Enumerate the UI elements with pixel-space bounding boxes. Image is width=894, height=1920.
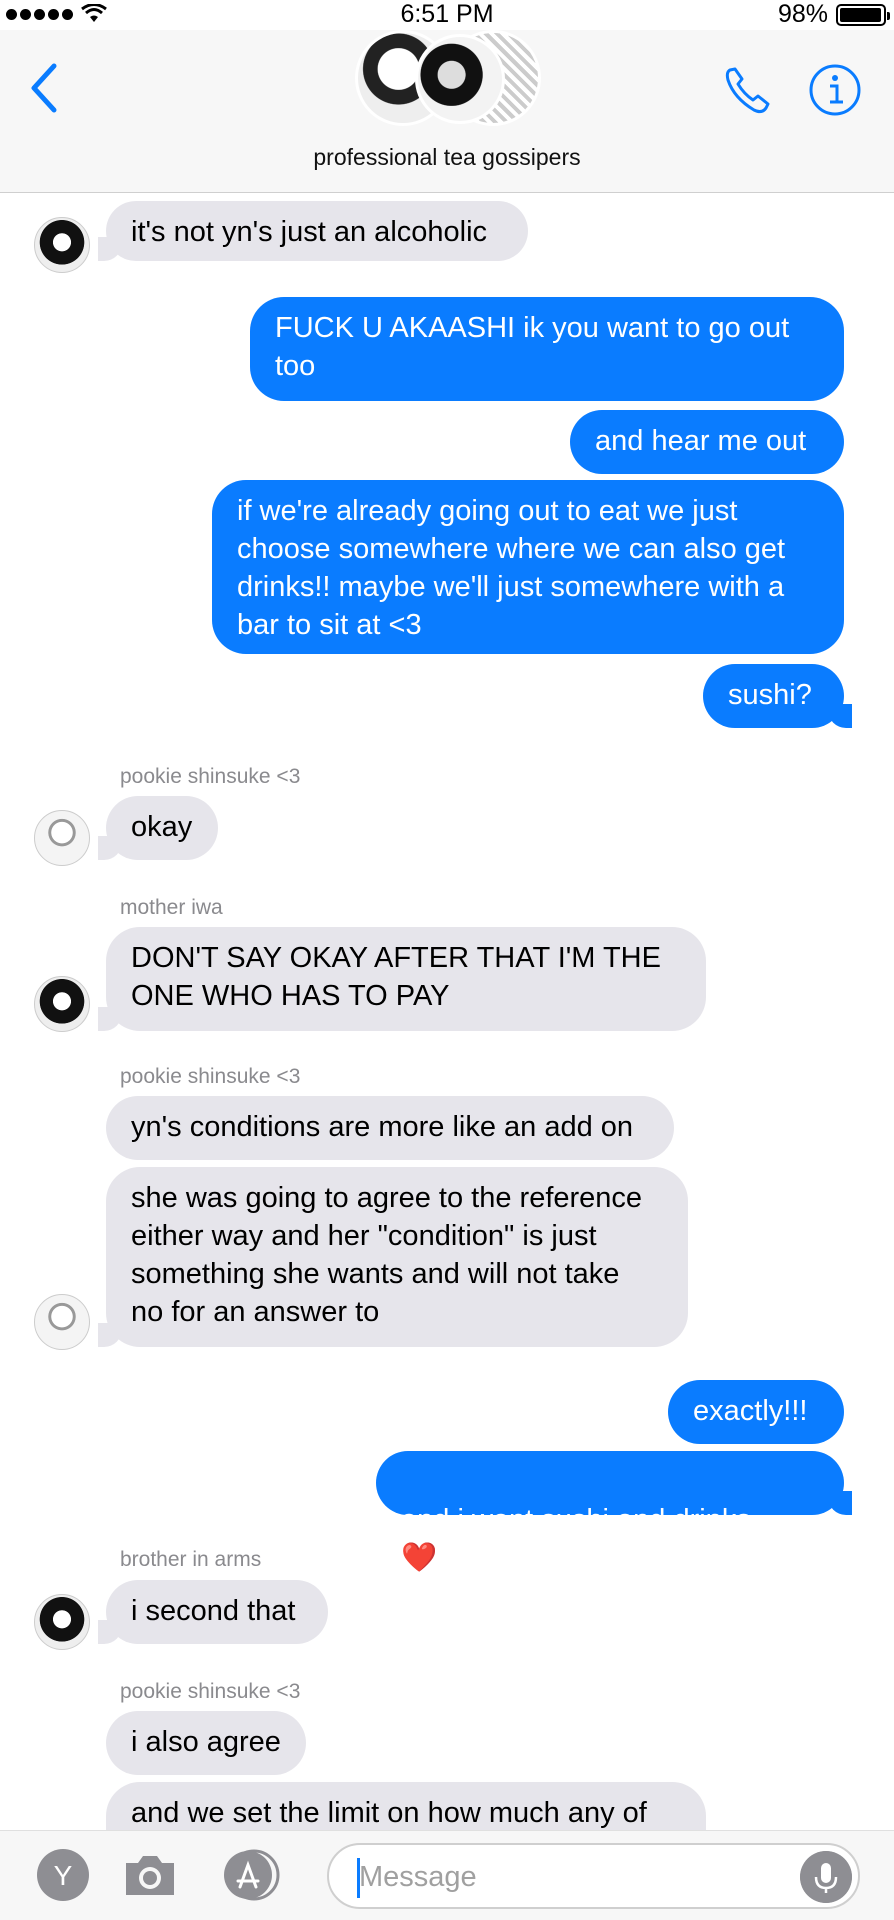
outgoing-message-bubble[interactable]: exactly!!! (668, 1380, 844, 1444)
info-icon[interactable] (805, 60, 865, 120)
y-app-icon[interactable]: Y (33, 1845, 93, 1905)
contact-avatar[interactable] (34, 1294, 90, 1350)
group-name[interactable]: professional tea gossipers (0, 144, 894, 171)
microphone-icon[interactable] (800, 1851, 852, 1903)
incoming-message-bubble[interactable]: and we set the limit on how much any of (106, 1782, 706, 1830)
incoming-message-bubble[interactable]: yn's conditions are more like an add on (106, 1096, 674, 1160)
contact-avatar[interactable] (34, 976, 90, 1032)
incoming-message-bubble[interactable]: it's not yn's just an alcoholic (98, 201, 528, 261)
sender-name: pookie shinsuke <3 (120, 765, 301, 788)
outgoing-message-bubble[interactable]: and i want sushi and drinks ❤️ (376, 1451, 852, 1574)
heart-emoji-icon: ❤️ (401, 1542, 438, 1574)
sender-name: mother iwa (120, 896, 223, 919)
contact-avatar[interactable] (34, 217, 90, 273)
outgoing-message-bubble[interactable]: if we're already going out to eat we jus… (212, 480, 844, 654)
incoming-message-bubble[interactable]: i second that (98, 1580, 328, 1644)
incoming-message-bubble[interactable]: okay (98, 796, 218, 860)
sender-name: pookie shinsuke <3 (120, 1065, 301, 1088)
group-member-avatar (415, 34, 505, 124)
message-input-field[interactable] (327, 1843, 860, 1909)
outgoing-message-bubble[interactable]: and hear me out (570, 410, 844, 474)
sender-name: pookie shinsuke <3 (120, 1680, 301, 1703)
battery-percent: 98% (777, 0, 828, 28)
group-avatar-stack[interactable] (355, 30, 541, 130)
outgoing-message-bubble[interactable]: sushi? (703, 664, 852, 728)
outgoing-message-bubble[interactable]: FUCK U AKAASHI ik you want to go out too (250, 297, 844, 401)
message-text: and i want sushi and drinks (401, 1504, 751, 1536)
camera-icon[interactable] (120, 1845, 180, 1905)
conversation-header: professional tea gossipers (0, 30, 894, 193)
phone-icon[interactable] (718, 60, 778, 120)
contact-avatar[interactable] (34, 810, 90, 866)
compose-bar: Y (0, 1830, 894, 1920)
sender-name: brother in arms (120, 1548, 262, 1571)
contact-avatar[interactable] (34, 1594, 90, 1650)
incoming-message-bubble[interactable]: i also agree (106, 1711, 306, 1775)
message-thread[interactable]: it's not yn's just an alcoholic FUCK U A… (0, 194, 894, 1830)
battery-status: 98% (777, 0, 890, 29)
incoming-message-bubble[interactable]: DON'T SAY OKAY AFTER THAT I'M THE ONE WH… (98, 927, 706, 1031)
back-chevron-icon[interactable] (26, 58, 66, 118)
status-bar: 6:51 PM 98% (0, 0, 894, 30)
message-input[interactable] (359, 1855, 799, 1899)
battery-icon (836, 3, 890, 26)
incoming-message-bubble[interactable]: she was going to agree to the reference … (98, 1167, 688, 1347)
status-time: 6:51 PM (400, 0, 494, 28)
y-icon-label: Y (54, 1860, 73, 1891)
app-store-icon[interactable] (220, 1845, 280, 1905)
